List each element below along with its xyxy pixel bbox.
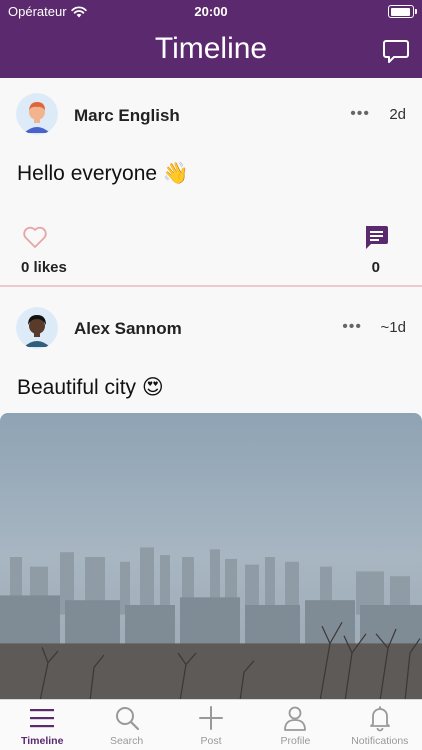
avatar[interactable] (16, 93, 58, 135)
tab-label: Timeline (21, 735, 64, 747)
heart-icon[interactable] (22, 225, 48, 249)
battery-icon (388, 5, 417, 18)
tab-label: Profile (280, 735, 311, 747)
tab-bar: Timeline Search Post Profile Notificatio… (0, 699, 422, 750)
menu-lines-icon (30, 709, 55, 728)
search-icon (115, 707, 139, 731)
post-time: 2d (389, 106, 406, 123)
more-options-button[interactable]: ••• (350, 105, 370, 123)
tab-profile[interactable]: Profile (253, 700, 337, 750)
comment-icon[interactable] (363, 224, 389, 250)
tab-label: Notifications (351, 735, 409, 747)
tab-label: Search (109, 735, 144, 747)
plus-icon (199, 706, 224, 730)
post-author[interactable]: Alex Sannom (74, 319, 182, 339)
likes-count: 0 likes (21, 259, 67, 276)
tab-notifications[interactable]: Notifications (338, 700, 422, 750)
timeline-feed[interactable]: Marc English ••• 2d Hello everyone 👋 0 l… (0, 78, 422, 700)
post-author[interactable]: Marc English (74, 106, 180, 126)
status-bar: Opérateur 20:00 (0, 0, 422, 24)
post-time: ~1d (380, 319, 406, 336)
status-time: 20:00 (194, 4, 228, 19)
tab-search[interactable]: Search (84, 700, 168, 750)
page-title: Timeline (154, 32, 268, 65)
avatar[interactable] (16, 307, 58, 349)
post-text: Beautiful city 😍 (17, 376, 164, 399)
tab-post[interactable]: Post (169, 700, 253, 750)
post-photo[interactable] (0, 413, 422, 700)
more-options-button[interactable]: ••• (342, 318, 362, 336)
post-card: Alex Sannom ••• ~1d Beautiful city 😍 (0, 286, 422, 700)
bell-icon (369, 706, 390, 732)
post-card: Marc English ••• 2d Hello everyone 👋 0 l… (0, 78, 422, 286)
tab-label: Post (200, 735, 222, 747)
chat-bubble-icon[interactable] (382, 37, 410, 65)
person-icon (284, 706, 307, 731)
post-text: Hello everyone 👋 (17, 162, 190, 185)
tab-timeline[interactable]: Timeline (0, 700, 84, 750)
nav-bar: Timeline (0, 24, 422, 78)
comments-count: 0 (371, 259, 380, 276)
